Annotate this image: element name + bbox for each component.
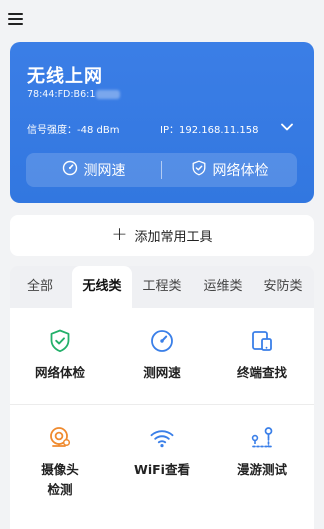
roaming-icon xyxy=(249,425,275,451)
shield-check-icon xyxy=(191,160,207,180)
tool-label: 测网速 xyxy=(143,365,181,380)
tool-label: 漫游测试 xyxy=(236,462,287,477)
speedometer-icon xyxy=(149,328,175,354)
network-check-button[interactable]: 网络体检 xyxy=(162,153,297,187)
speed-test-button[interactable]: 测网速 xyxy=(26,153,161,187)
tool-grid: 网络体检 测网速 终端查找 摄像头检测 WiFi查看 漫游测试 xyxy=(10,308,314,529)
plus-icon: + xyxy=(111,223,128,245)
tab-wireless[interactable]: 无线类 xyxy=(72,266,132,308)
row-divider xyxy=(10,404,314,405)
tool-roaming-test[interactable]: 漫游测试 xyxy=(212,425,312,480)
wifi-status-card: 无线上网 78:44:FD:B6:1 信号强度：-48 dBm IP：192.1… xyxy=(10,42,314,203)
tab-operations[interactable]: 运维类 xyxy=(194,266,252,308)
devices-icon xyxy=(249,328,275,354)
wifi-icon xyxy=(149,425,175,451)
network-check-label: 网络体检 xyxy=(212,163,269,179)
tool-camera-detect[interactable]: 摄像头检测 xyxy=(10,425,110,500)
camera-scan-icon xyxy=(47,425,73,451)
signal-strength: 信号强度：-48 dBm xyxy=(27,125,120,136)
tab-engineering[interactable]: 工程类 xyxy=(134,266,190,308)
speedometer-icon xyxy=(62,160,78,180)
menu-icon[interactable] xyxy=(8,12,23,26)
top-bar xyxy=(0,0,324,40)
add-tool-button[interactable]: + 添加常用工具 xyxy=(10,215,314,256)
tool-label: 网络体检 xyxy=(34,365,85,380)
quick-actions: 测网速 网络体检 xyxy=(26,153,297,187)
tool-network-check[interactable]: 网络体检 xyxy=(10,328,110,383)
speed-test-label: 测网速 xyxy=(83,163,126,179)
tool-label: 终端查找 xyxy=(236,365,287,380)
ip-address: IP：192.168.11.158 xyxy=(160,125,259,136)
category-tabs: 全部 无线类 工程类 运维类 安防类 xyxy=(10,266,314,308)
tools-panel: 全部 无线类 工程类 运维类 安防类 网络体检 测网速 终端查找 摄像头检测 W… xyxy=(10,266,314,529)
tab-all[interactable]: 全部 xyxy=(14,266,66,308)
tool-device-finder[interactable]: 终端查找 xyxy=(212,328,312,383)
mac-address: 78:44:FD:B6:1 xyxy=(27,89,121,100)
shield-check-icon xyxy=(47,328,73,354)
tool-label: WiFi查看 xyxy=(134,462,190,477)
chevron-down-icon[interactable] xyxy=(280,121,294,133)
tool-wifi-view[interactable]: WiFi查看 xyxy=(112,425,212,480)
mac-redaction xyxy=(96,90,121,99)
tab-security[interactable]: 安防类 xyxy=(254,266,312,308)
tool-speed-test[interactable]: 测网速 xyxy=(112,328,212,383)
mac-address-text: 78:44:FD:B6:1 xyxy=(27,89,96,100)
tool-label: 摄像头检测 xyxy=(41,462,79,497)
add-tool-label: 添加常用工具 xyxy=(134,230,213,245)
wifi-title: 无线上网 xyxy=(27,66,103,87)
